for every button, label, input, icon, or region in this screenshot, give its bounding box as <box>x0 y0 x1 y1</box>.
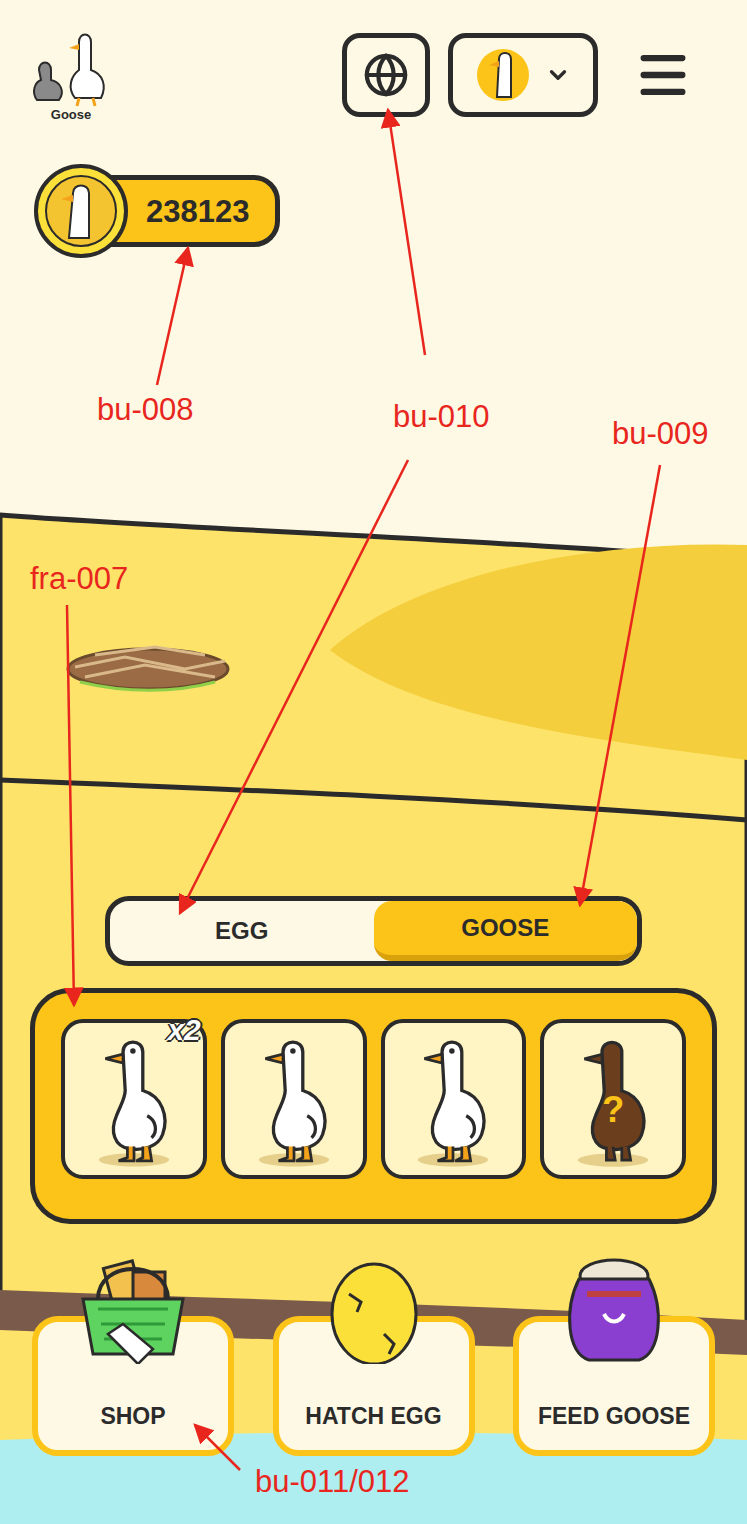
balance-display: 238123 <box>33 163 747 259</box>
action-label: HATCH EGG <box>305 1405 441 1428</box>
count-badge: x2 <box>167 1015 200 1045</box>
egg-icon <box>309 1254 439 1364</box>
top-controls <box>342 30 692 117</box>
balance-amount: 238123 <box>146 196 249 227</box>
goose-icon <box>79 1030 189 1168</box>
toggle-tab[interactable]: EGG <box>110 901 374 961</box>
annotation-arrow <box>580 465 660 905</box>
annotation-label: bu-008 <box>97 394 194 425</box>
geese-logo-icon <box>29 30 113 108</box>
goose-card[interactable]: x2 <box>61 1019 207 1179</box>
annotation-arrow <box>180 460 408 913</box>
action-button[interactable]: HATCH EGG <box>273 1254 475 1456</box>
annotation-arrow <box>67 605 74 1005</box>
locked-goose: ? <box>558 1030 668 1168</box>
logo-label: Goose <box>51 108 91 121</box>
annotation-label: bu-011/012 <box>255 1466 410 1497</box>
balance-pill: 238123 <box>107 175 280 247</box>
profile-dropdown[interactable] <box>448 33 598 117</box>
toggle-tab[interactable]: GOOSE <box>374 901 638 961</box>
action-button[interactable]: SHOP <box>32 1254 234 1456</box>
game-screen: Goose 238123 EGGGOOSE x2? SHOP HATCH EGG FEED … <box>0 0 747 1524</box>
annotation-arrow <box>195 1425 240 1470</box>
goose-card[interactable] <box>381 1019 527 1179</box>
action-button[interactable]: FEED GOOSE <box>513 1254 715 1456</box>
annotation-label: bu-010 <box>393 401 490 432</box>
geese-panel: x2? <box>30 988 717 1224</box>
content: Goose 238123 EGGGOOSE x2? SHOP HATCH EGG FEED … <box>0 0 747 1456</box>
goose-icon <box>398 1030 508 1168</box>
globe-icon <box>363 52 409 98</box>
action-bar: SHOP HATCH EGG FEED GOOSE <box>0 1254 747 1456</box>
action-label: FEED GOOSE <box>538 1405 690 1428</box>
menu-icon[interactable] <box>634 46 692 104</box>
action-label: SHOP <box>100 1405 165 1428</box>
view-toggle: EGGGOOSE <box>105 896 642 966</box>
annotation-label: bu-009 <box>612 418 709 449</box>
basket-icon <box>68 1254 198 1364</box>
avatar-icon <box>475 47 531 103</box>
annotation-arrow <box>157 248 188 385</box>
coin-icon <box>33 163 129 259</box>
sack-icon <box>549 1254 679 1364</box>
goose-icon <box>239 1030 349 1168</box>
chevron-down-icon <box>545 62 571 88</box>
goose-card[interactable] <box>221 1019 367 1179</box>
language-button[interactable] <box>342 33 430 117</box>
logo[interactable]: Goose <box>28 30 114 121</box>
locked-mark: ? <box>602 1092 624 1128</box>
annotation-arrow <box>388 110 425 355</box>
top-bar: Goose <box>0 0 747 121</box>
nest-icon <box>65 627 231 693</box>
annotation-label: fra-007 <box>30 563 128 594</box>
goose-card[interactable]: ? <box>540 1019 686 1179</box>
